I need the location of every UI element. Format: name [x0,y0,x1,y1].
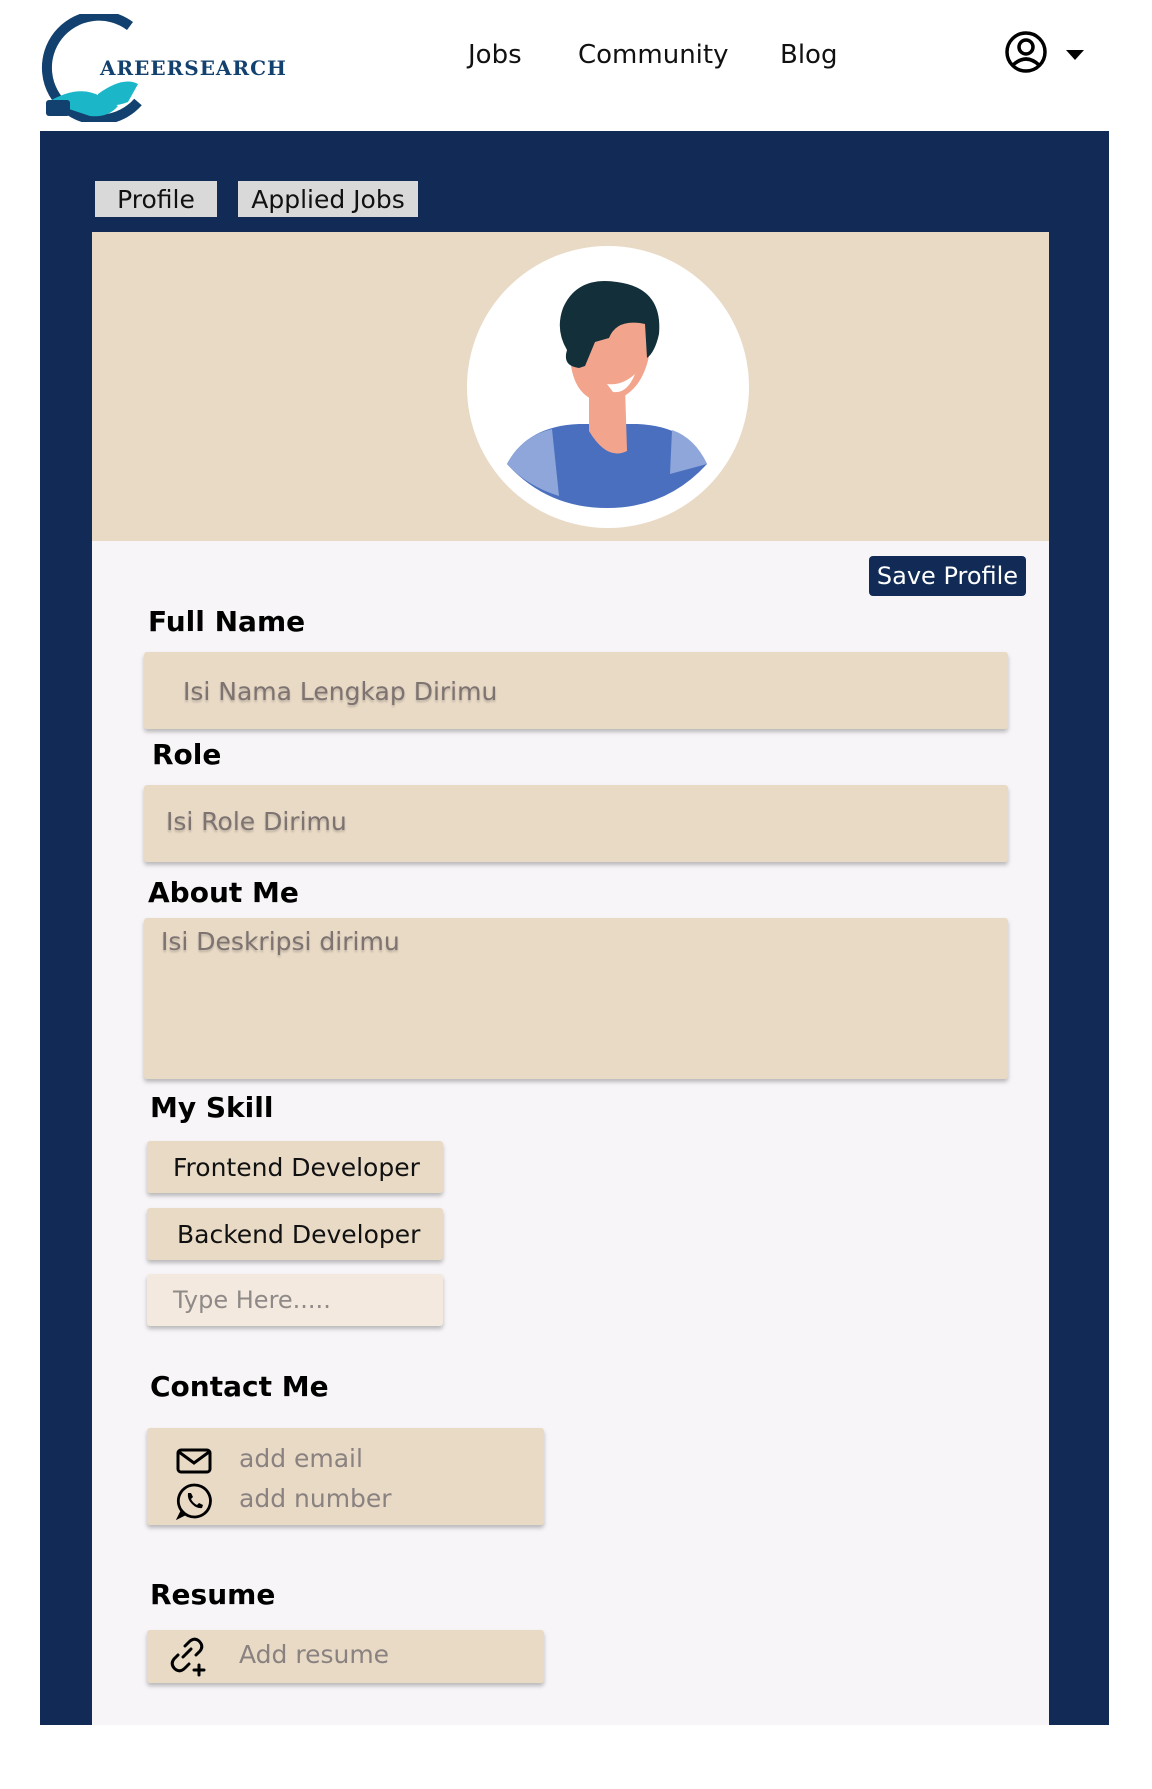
role-input[interactable]: Isi Role Dirimu [144,785,1008,862]
whatsapp-icon [175,1483,212,1520]
skill-tag-backend[interactable]: Backend Developer [147,1208,443,1260]
contact-email-text: add email [239,1444,363,1473]
full-name-input[interactable]: Isi Nama Lengkap Dirimu [144,652,1008,729]
contact-me-label: Contact Me [150,1370,329,1403]
tab-profile[interactable]: Profile [95,181,217,217]
role-label: Role [152,738,222,771]
save-profile-button[interactable]: Save Profile [869,556,1026,596]
avatar[interactable] [467,246,749,528]
about-me-label: About Me [148,876,299,909]
resume-label: Resume [150,1578,276,1611]
about-me-placeholder: Isi Deskripsi dirimu [161,927,400,956]
contact-number-text: add number [239,1484,392,1513]
user-circle-icon [1005,31,1084,73]
nav-jobs[interactable]: Jobs [468,40,522,70]
contact-box: add email add number [147,1428,544,1525]
role-placeholder: Isi Role Dirimu [166,807,347,836]
add-resume-text: Add resume [239,1640,390,1669]
logo-text: AREERSEARCH [100,56,287,80]
logo[interactable]: AREERSEARCH [38,10,286,125]
my-skill-label: My Skill [150,1091,274,1124]
about-me-textarea[interactable]: Isi Deskripsi dirimu [144,918,1008,1079]
contact-email-row[interactable]: add email [147,1440,544,1480]
user-menu[interactable] [1004,30,1086,78]
nav-community[interactable]: Community [578,40,728,70]
avatar-illustration [507,281,707,508]
mail-icon [176,1448,212,1474]
link-add-icon [170,1637,206,1677]
contact-number-row[interactable]: add number [147,1480,544,1520]
caret-down-icon [1066,50,1084,60]
skill-input[interactable]: Type Here..... [147,1274,443,1326]
skill-tag-frontend[interactable]: Frontend Developer [147,1141,443,1193]
full-name-label: Full Name [148,605,306,638]
nav-blog[interactable]: Blog [780,40,837,70]
add-resume-button[interactable]: Add resume [147,1630,544,1683]
tab-applied-jobs[interactable]: Applied Jobs [238,181,418,217]
full-name-placeholder: Isi Nama Lengkap Dirimu [183,677,498,706]
